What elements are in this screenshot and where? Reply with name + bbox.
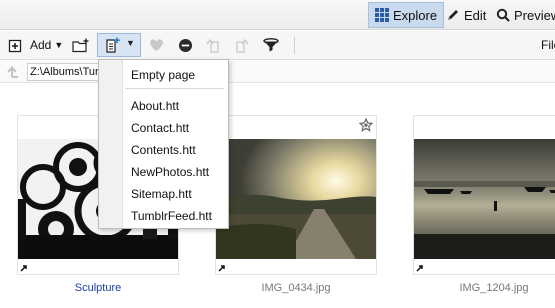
menu-item-template[interactable]: Contact.htt <box>131 121 189 135</box>
favorite-star-icon[interactable] <box>359 118 373 132</box>
address-bar: Z:\Albums\Tur <box>0 61 555 83</box>
mode-bar: Explore Edit Preview <box>0 0 555 30</box>
magnifier-icon <box>496 8 510 22</box>
add-button[interactable]: Add ▼ <box>8 34 63 56</box>
menu-item-empty-page[interactable]: Empty page <box>131 68 195 82</box>
explore-mode-label: Explore <box>393 7 438 23</box>
menu-icon-gutter <box>99 60 123 228</box>
up-arrow-icon[interactable] <box>6 65 19 78</box>
filter-funnel-icon <box>263 37 279 51</box>
heart-icon <box>150 39 163 51</box>
new-page-dropdown-menu: Empty page About.htt Contact.htt Content… <box>98 59 229 229</box>
redo-button[interactable] <box>234 34 250 56</box>
shortcut-arrow-icon <box>218 265 225 272</box>
menu-item-template[interactable]: NewPhotos.htt <box>131 165 209 179</box>
toolbar: Add ▼ ▼ Fil <box>0 31 555 60</box>
undo-button[interactable] <box>205 34 221 56</box>
thumbnail-caption[interactable]: IMG_0434.jpg <box>215 282 377 294</box>
path-input[interactable]: Z:\Albums\Tur <box>27 63 107 81</box>
menu-item-template[interactable]: Contents.htt <box>131 143 196 157</box>
photo-album-app: Explore Edit Preview Add ▼ <box>0 0 555 308</box>
menu-separator <box>125 88 224 89</box>
thumbnail-caption[interactable]: Sculpture <box>17 282 179 294</box>
shortcut-arrow-icon <box>20 265 27 272</box>
pencil-icon <box>448 10 458 20</box>
rotate-right-icon <box>236 38 249 53</box>
rotate-left-icon <box>206 38 219 53</box>
thumbnail-image <box>216 139 376 259</box>
remove-button[interactable] <box>178 34 193 56</box>
add-item-icon <box>8 39 22 52</box>
thumbnail-caption[interactable]: IMG_1204.jpg <box>413 282 555 294</box>
new-page-icon <box>106 37 120 53</box>
new-folder-icon <box>72 38 89 52</box>
favorite-button[interactable] <box>149 34 164 56</box>
thumbnail-image <box>414 139 555 259</box>
edit-mode-label: Edit <box>464 7 487 23</box>
add-button-label: Add <box>30 38 52 52</box>
new-page-dropdown-arrow-icon: ▼ <box>126 38 135 48</box>
preview-mode-button[interactable]: Preview <box>490 2 555 28</box>
menu-item-template[interactable]: About.htt <box>131 99 179 113</box>
thumbnail-card-img-0434[interactable] <box>215 115 377 275</box>
menu-item-template[interactable]: TumblrFeed.htt <box>131 209 212 223</box>
add-dropdown-arrow-icon: ▼ <box>54 40 64 50</box>
toolbar-divider <box>294 37 295 54</box>
explore-mode-button[interactable]: Explore <box>368 2 445 28</box>
file-menu-label: File <box>541 38 555 52</box>
new-folder-button[interactable] <box>72 34 90 56</box>
file-menu[interactable]: File <box>541 34 555 56</box>
filter-button[interactable] <box>263 34 279 56</box>
new-page-button[interactable]: ▼ <box>97 33 141 57</box>
preview-mode-label: Preview <box>514 7 555 23</box>
minus-circle-icon <box>179 38 192 52</box>
grid-icon <box>375 8 389 22</box>
thumbnail-card-img-1204[interactable] <box>413 115 555 275</box>
edit-mode-button[interactable]: Edit <box>440 2 492 28</box>
menu-item-template[interactable]: Sitemap.htt <box>131 187 192 201</box>
shortcut-arrow-icon <box>416 265 423 272</box>
